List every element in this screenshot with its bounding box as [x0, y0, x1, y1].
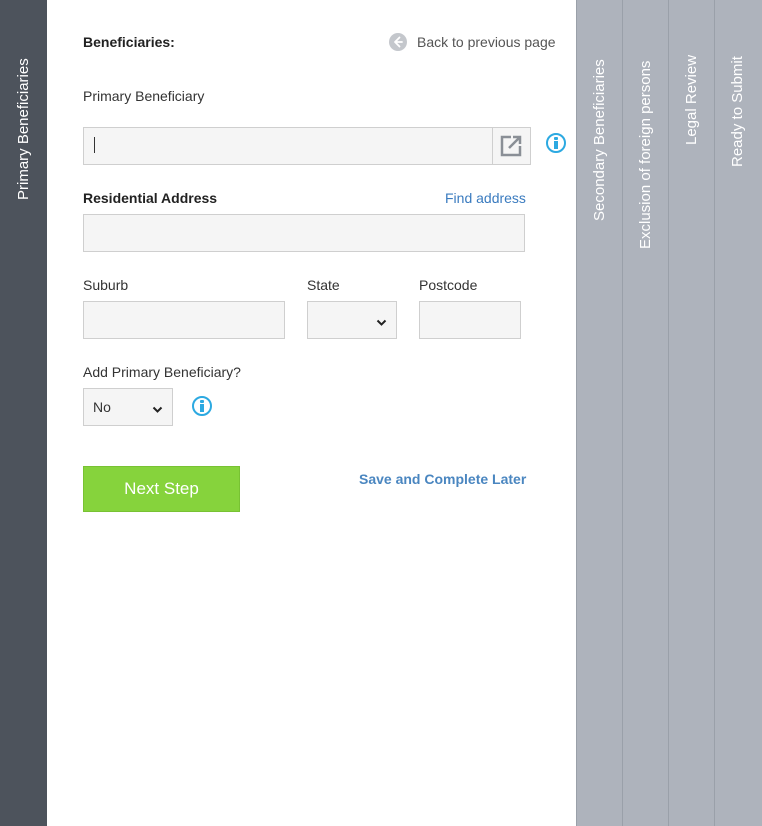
suburb-label: Suburb — [83, 277, 129, 293]
tab-legal-review-label: Legal Review — [683, 54, 700, 145]
chevron-down-icon — [376, 314, 387, 332]
tab-secondary-beneficiaries[interactable]: Secondary Beneficiaries — [576, 0, 622, 826]
postcode-label: Postcode — [419, 277, 478, 293]
next-step-button[interactable]: Next Step — [83, 466, 240, 512]
chevron-down-icon — [152, 401, 163, 419]
primary-beneficiary-info-icon[interactable] — [546, 133, 566, 153]
arrow-left-circle-icon — [389, 33, 407, 56]
tab-secondary-beneficiaries-label: Secondary Beneficiaries — [591, 59, 608, 221]
residential-address-input[interactable] — [83, 214, 525, 252]
tab-exclusion-foreign-persons-label: Exclusion of foreign persons — [637, 60, 654, 249]
back-link-label: Back to previous page — [417, 34, 556, 50]
tab-legal-review[interactable]: Legal Review — [668, 0, 714, 826]
tab-ready-to-submit[interactable]: Ready to Submit — [714, 0, 762, 826]
tab-exclusion-foreign-persons[interactable]: Exclusion of foreign persons — [622, 0, 668, 826]
add-primary-beneficiary-label: Add Primary Beneficiary? — [83, 364, 241, 380]
primary-beneficiary-input[interactable] — [83, 127, 531, 165]
text-caret — [94, 137, 95, 153]
state-select[interactable] — [307, 301, 397, 339]
add-primary-beneficiary-value: No — [93, 399, 111, 415]
save-and-complete-later-link[interactable]: Save and Complete Later — [359, 471, 526, 487]
tab-primary-beneficiaries-label: Primary Beneficiaries — [15, 58, 32, 200]
suburb-input[interactable] — [83, 301, 285, 339]
page-title: Beneficiaries: — [83, 34, 175, 50]
external-link-icon — [498, 133, 524, 164]
open-external-button[interactable] — [492, 128, 530, 164]
add-primary-beneficiary-info-icon[interactable] — [192, 396, 212, 416]
find-address-link[interactable]: Find address — [445, 190, 526, 206]
residential-address-label: Residential Address — [83, 190, 218, 206]
tab-primary-beneficiaries[interactable]: Primary Beneficiaries — [0, 0, 47, 826]
tab-ready-to-submit-label: Ready to Submit — [729, 56, 746, 167]
add-primary-beneficiary-select[interactable]: No — [83, 388, 173, 426]
primary-beneficiary-label: Primary Beneficiary — [83, 88, 205, 104]
state-label: State — [307, 277, 340, 293]
postcode-input[interactable] — [419, 301, 521, 339]
